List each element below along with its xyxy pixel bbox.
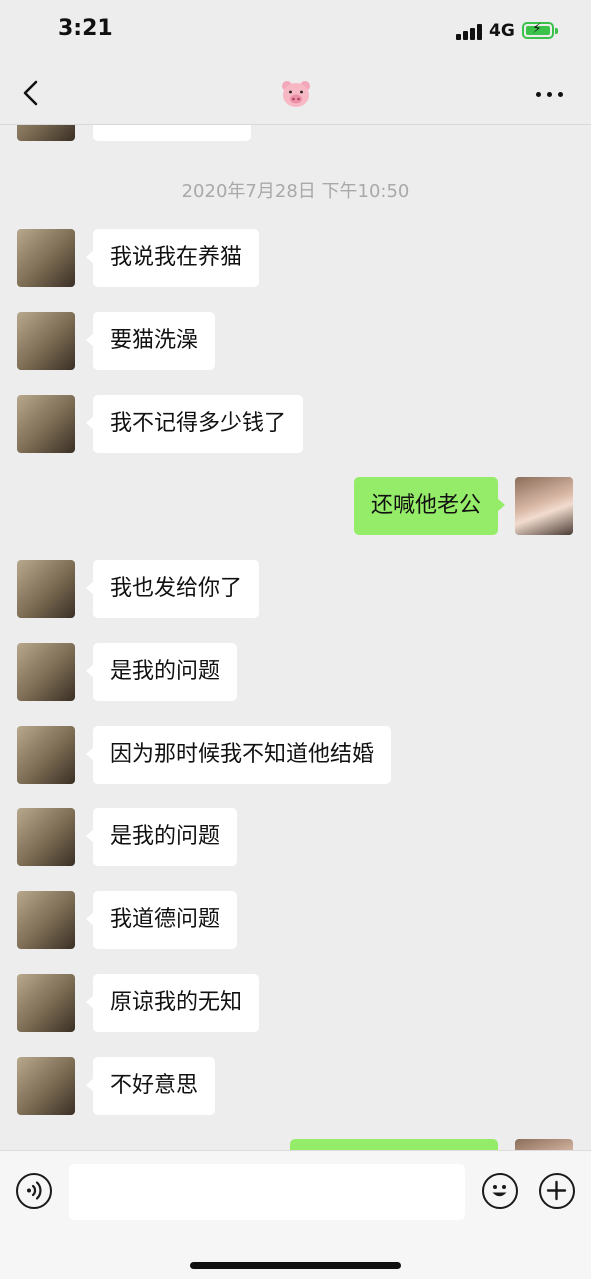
chat-history[interactable]: 2020年7月28日 下午10:50 我说我在养猫 要猫洗澡 我不记得多少钱了 … (0, 125, 591, 1150)
message-row: 是我的问题 (0, 643, 591, 703)
message-bubble[interactable]: 我道德问题 (85, 891, 238, 949)
contact-avatar[interactable] (17, 808, 75, 866)
contact-avatar[interactable] (17, 643, 75, 701)
status-time: 3:21 (58, 16, 113, 41)
signal-icon (456, 24, 484, 40)
network-type: 4G (489, 21, 515, 41)
message-row: 原谅我的无知 (0, 974, 591, 1034)
contact-avatar[interactable] (17, 974, 75, 1032)
input-bar (0, 1150, 591, 1279)
my-message-bubble[interactable]: 还喊他老公 (353, 477, 506, 535)
contact-avatar[interactable] (17, 726, 75, 784)
message-bubble[interactable] (93, 125, 251, 141)
message-bubble[interactable]: 是我的问题 (85, 643, 238, 701)
message-input[interactable] (69, 1164, 465, 1220)
voice-icon (27, 1181, 42, 1200)
message-row: 我说我在养猫 (0, 229, 591, 289)
emoji-button[interactable] (482, 1173, 518, 1209)
message-row: 不好意思 (0, 1057, 591, 1117)
battery-icon: ⚡ (522, 21, 558, 39)
contact-avatar[interactable] (17, 125, 75, 141)
message-bubble[interactable]: 原谅我的无知 (85, 974, 260, 1032)
contact-avatar[interactable] (17, 891, 75, 949)
message-bubble[interactable]: 要猫洗澡 (85, 312, 216, 370)
message-row: 是我的问题 (0, 808, 591, 868)
message-row: 要猫洗澡 (0, 312, 591, 372)
contact-avatar[interactable] (17, 1057, 75, 1115)
message-row: 还喊他老公 (0, 477, 591, 537)
contact-avatar[interactable] (17, 229, 75, 287)
message-bubble[interactable]: 不好意思 (85, 1057, 216, 1115)
message-bubble[interactable]: 我不记得多少钱了 (85, 395, 304, 453)
chat-timestamp: 2020年7月28日 下午10:50 (181, 181, 410, 202)
message-bubble[interactable]: 我说我在养猫 (85, 229, 260, 287)
home-indicator (190, 1262, 401, 1269)
plus-icon (546, 1180, 567, 1201)
message-row: 因为那时候我不知道他结婚 (0, 726, 591, 786)
contact-avatar[interactable] (17, 312, 75, 370)
status-bar: 3:21 4G ⚡ (0, 0, 591, 62)
pig-face-icon (281, 80, 311, 108)
my-message-bubble[interactable] (290, 1139, 498, 1150)
voice-input-button[interactable] (16, 1173, 52, 1209)
message-row: 我道德问题 (0, 891, 591, 951)
contact-avatar[interactable] (17, 395, 75, 453)
message-bubble[interactable]: 是我的问题 (85, 808, 238, 866)
my-avatar[interactable] (515, 477, 573, 535)
message-row-partial (0, 125, 591, 143)
message-bubble[interactable]: 我也发给你了 (85, 560, 260, 618)
more-options-icon[interactable] (536, 92, 564, 98)
message-row: 我也发给你了 (0, 560, 591, 620)
contact-avatar[interactable] (17, 560, 75, 618)
message-row-partial (0, 1139, 591, 1150)
smiley-icon (492, 1185, 507, 1197)
message-bubble[interactable]: 因为那时候我不知道他结婚 (85, 726, 392, 784)
message-row: 我不记得多少钱了 (0, 395, 591, 455)
add-button[interactable] (539, 1173, 575, 1209)
chat-header (0, 62, 591, 125)
back-chevron-icon[interactable] (18, 78, 46, 108)
my-avatar[interactable] (515, 1139, 573, 1150)
